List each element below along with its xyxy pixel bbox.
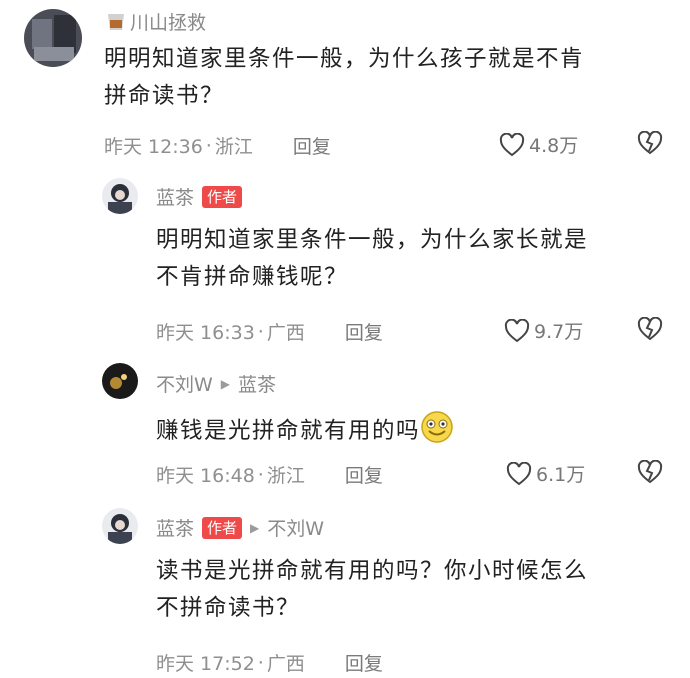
broken-heart-icon xyxy=(637,130,663,155)
username[interactable]: 不刘W xyxy=(156,370,213,397)
like-button[interactable]: 9.7万 xyxy=(504,317,583,344)
location: 浙江 xyxy=(266,465,305,487)
separator: · xyxy=(257,320,264,343)
location: 广西 xyxy=(266,653,305,675)
separator: · xyxy=(205,134,212,157)
username-row: 蓝茶 作者 ▶ 不刘W xyxy=(156,514,324,541)
author-badge: 作者 xyxy=(202,185,243,208)
reply-button[interactable]: 回复 xyxy=(345,649,383,676)
username-row: 不刘W ▶ 蓝茶 xyxy=(156,370,276,397)
comment-text-line: 读书是光拼命就有用的吗？你小时候怎么 xyxy=(156,558,589,584)
location: 浙江 xyxy=(214,136,253,158)
comment-text-line: 不拼命读书？ xyxy=(156,595,301,621)
dislike-button[interactable] xyxy=(637,316,663,345)
comment-text-line: 明明知道家里条件一般，为什么孩子就是不肯 xyxy=(104,46,585,72)
comment-text-line: 不肯拼命赚钱呢？ xyxy=(156,264,349,290)
timestamp: 昨天 16:48 xyxy=(156,465,255,487)
timestamp: 昨天 16:33 xyxy=(156,322,255,344)
comment-text-span: 赚钱是光拼命就有用的吗 xyxy=(156,418,421,444)
comment-text: 赚钱是光拼命就有用的吗 xyxy=(156,410,676,450)
comment-text-line: 明明知道家里条件一般，为什么家长就是 xyxy=(156,227,589,253)
smiley-emoji-icon xyxy=(421,411,453,443)
heart-outline-icon xyxy=(499,132,525,156)
reply-button[interactable]: 回复 xyxy=(293,132,331,159)
like-count: 4.8万 xyxy=(529,135,579,157)
comment-text: 读书是光拼命就有用的吗？你小时候怎么 不拼命读书？ xyxy=(156,553,676,627)
triangle-right-icon: ▶ xyxy=(250,520,260,535)
like-count: 6.1万 xyxy=(536,464,586,486)
username-row: 川山拯救 xyxy=(104,8,206,35)
username-row: 蓝茶 作者 xyxy=(156,183,243,210)
location: 广西 xyxy=(266,322,305,344)
reply-button[interactable]: 回复 xyxy=(345,461,383,488)
username[interactable]: 蓝茶 xyxy=(156,514,194,541)
username[interactable]: 蓝茶 xyxy=(156,183,194,210)
separator: · xyxy=(257,463,264,486)
broken-heart-icon xyxy=(637,459,663,484)
like-button[interactable]: 6.1万 xyxy=(506,460,585,487)
broken-heart-icon xyxy=(637,316,663,341)
heart-outline-icon xyxy=(506,461,532,485)
timestamp: 昨天 12:36 xyxy=(104,136,203,158)
reply-button[interactable]: 回复 xyxy=(345,318,383,345)
comment-meta: 昨天 16:33 · 广西 回复 xyxy=(156,318,383,345)
avatar[interactable] xyxy=(102,363,138,399)
reply-to-username[interactable]: 不刘W xyxy=(267,514,324,541)
separator: · xyxy=(257,651,264,674)
avatar[interactable] xyxy=(24,9,82,67)
glass-icon xyxy=(108,13,124,30)
comment-text: 明明知道家里条件一般，为什么孩子就是不肯 拼命读书？ xyxy=(104,41,674,115)
heart-outline-icon xyxy=(504,318,530,342)
reply-to-username[interactable]: 蓝茶 xyxy=(238,370,276,397)
dislike-button[interactable] xyxy=(637,459,663,488)
author-badge: 作者 xyxy=(202,516,243,539)
avatar[interactable] xyxy=(102,178,138,214)
comment-text-line: 拼命读书？ xyxy=(104,83,225,109)
like-count: 9.7万 xyxy=(534,321,584,343)
like-button[interactable]: 4.8万 xyxy=(499,131,578,158)
avatar[interactable] xyxy=(102,508,138,544)
comment-text-line: 赚钱是光拼命就有用的吗 xyxy=(156,410,676,450)
comment-meta: 昨天 16:48 · 浙江 回复 xyxy=(156,461,383,488)
timestamp: 昨天 17:52 xyxy=(156,653,255,675)
comment-text: 明明知道家里条件一般，为什么家长就是 不肯拼命赚钱呢？ xyxy=(156,222,676,296)
dislike-button[interactable] xyxy=(637,130,663,159)
comment-meta: 昨天 12:36 · 浙江 回复 xyxy=(104,132,331,159)
comment-meta: 昨天 17:52 · 广西 回复 xyxy=(156,649,383,676)
username[interactable]: 川山拯救 xyxy=(130,8,206,35)
triangle-right-icon: ▶ xyxy=(220,376,231,391)
